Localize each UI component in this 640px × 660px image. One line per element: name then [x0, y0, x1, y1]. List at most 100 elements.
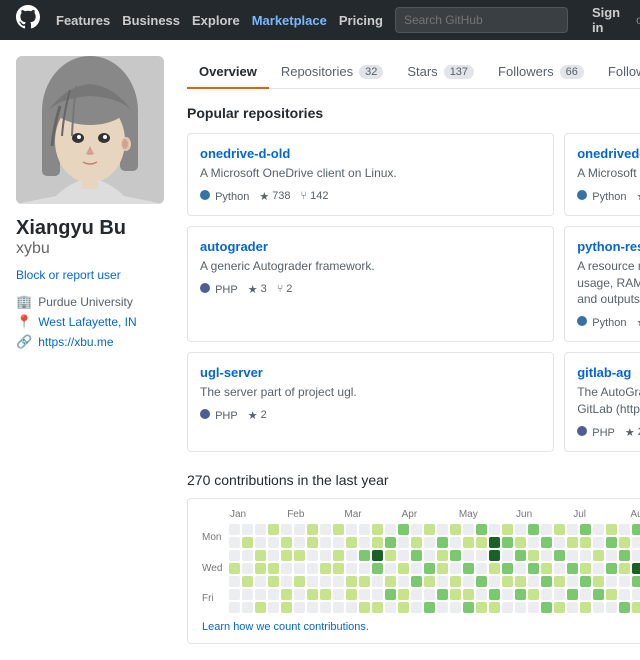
tab-overview-label: Overview [199, 64, 257, 79]
nav-pricing[interactable]: Pricing [339, 13, 383, 28]
day-cell [593, 550, 604, 561]
repo-name-gitlab-ag[interactable]: gitlab-ag [577, 365, 631, 380]
page-layout: Xiangyu Bu xybu Block or report user 🏢 P… [0, 40, 640, 660]
day-cell [567, 550, 578, 561]
fork-count: 142 [310, 190, 328, 202]
day-cell [359, 563, 370, 574]
day-cell [463, 576, 474, 587]
location-link[interactable]: West Lafayette, IN [38, 315, 137, 329]
day-cell [385, 524, 396, 535]
tab-following[interactable]: Following 0 [596, 56, 640, 89]
star-icon: ★ [625, 426, 635, 439]
day-cell [294, 550, 305, 561]
day-cell [528, 524, 539, 535]
lang-dot-icon [200, 409, 210, 419]
tab-repositories-label: Repositories [281, 64, 353, 79]
day-cell [606, 537, 617, 548]
nav-business[interactable]: Business [122, 13, 180, 28]
day-cell [294, 576, 305, 587]
week-col [606, 524, 617, 613]
day-cell [242, 524, 253, 535]
search-input[interactable] [395, 7, 568, 33]
repo-forks-onedrive-d-old: ⑂ 142 [301, 190, 329, 202]
day-cell [567, 524, 578, 535]
day-cell [242, 537, 253, 548]
day-cell [450, 563, 461, 574]
github-logo-icon[interactable] [16, 5, 40, 35]
week-col [268, 524, 279, 613]
day-cell [515, 589, 526, 600]
day-cell [281, 589, 292, 600]
day-cell [606, 576, 617, 587]
day-cell [372, 576, 383, 587]
day-cell [385, 576, 396, 587]
day-cell [619, 537, 630, 548]
tab-followers[interactable]: Followers 66 [486, 56, 596, 89]
day-cell [411, 576, 422, 587]
day-cell [515, 537, 526, 548]
day-cell [333, 576, 344, 587]
repo-stars-onedrive-d-old: ★ 738 [259, 190, 290, 203]
month-mar: Mar [344, 509, 401, 520]
tab-repositories[interactable]: Repositories 32 [269, 56, 396, 89]
day-cell [489, 563, 500, 574]
day-cell [502, 602, 513, 613]
day-cell [359, 537, 370, 548]
day-cell [346, 563, 357, 574]
repo-name-python-resmon[interactable]: python-resmon [577, 239, 640, 254]
day-cell [606, 524, 617, 535]
website-link[interactable]: https://xbu.me [38, 335, 113, 349]
star-icon: ★ [248, 409, 258, 422]
day-cell [307, 576, 318, 587]
week-col [528, 524, 539, 613]
day-cell [619, 550, 630, 561]
day-cell [619, 524, 630, 535]
week-col [580, 524, 591, 613]
week-col [632, 524, 640, 613]
signin-link[interactable]: Sign in [592, 5, 620, 35]
day-cell [372, 563, 383, 574]
day-cell [398, 550, 409, 561]
lang-dot-icon [200, 283, 210, 293]
repo-name-onedrived-dev[interactable]: onedrived-dev [577, 146, 640, 161]
day-cell [229, 537, 240, 548]
nav-features[interactable]: Features [56, 13, 110, 28]
repo-card-onedrived-dev: onedrived-dev A Microsoft OneDrive clien… [564, 133, 640, 216]
repo-card-python-resmon: python-resmon A resource monitor that re… [564, 226, 640, 342]
day-cell [398, 563, 409, 574]
day-cell [229, 589, 240, 600]
day-cell [294, 563, 305, 574]
lang-dot-icon [577, 426, 587, 436]
week-col [242, 524, 253, 613]
sidebar: Xiangyu Bu xybu Block or report user 🏢 P… [16, 56, 171, 644]
tab-followers-count: 66 [560, 65, 584, 79]
nav-marketplace[interactable]: Marketplace [252, 13, 327, 28]
day-cell [255, 550, 266, 561]
lang-label: Python [592, 317, 626, 329]
main-content: Overview Repositories 32 Stars 137 Follo… [187, 56, 640, 644]
day-cell [307, 524, 318, 535]
day-cell [619, 602, 630, 613]
tab-overview[interactable]: Overview [187, 56, 269, 89]
repo-lang-ugl-server: PHP [200, 409, 238, 422]
repo-desc-autograder: A generic Autograder framework. [200, 258, 541, 275]
day-cell [515, 576, 526, 587]
day-cell [632, 576, 640, 587]
day-cell [346, 589, 357, 600]
block-report-link[interactable]: Block or report user [16, 268, 171, 282]
day-cell [268, 589, 279, 600]
month-jul: Jul [573, 509, 630, 520]
tab-stars[interactable]: Stars 137 [395, 56, 486, 89]
nav-explore[interactable]: Explore [192, 13, 240, 28]
repo-name-ugl-server[interactable]: ugl-server [200, 365, 263, 380]
day-cell [541, 537, 552, 548]
repo-meta-gitlab-ag: PHP ★ 2 ⑂ 1 [577, 426, 640, 439]
day-cell [268, 602, 279, 613]
repo-name-onedrive-d-old[interactable]: onedrive-d-old [200, 146, 290, 161]
contrib-learn-link[interactable]: Learn how we count contributions. [202, 621, 369, 633]
day-cell [411, 602, 422, 613]
day-cell [229, 563, 240, 574]
repo-name-autograder[interactable]: autograder [200, 239, 268, 254]
week-col [320, 524, 331, 613]
day-cell [294, 589, 305, 600]
